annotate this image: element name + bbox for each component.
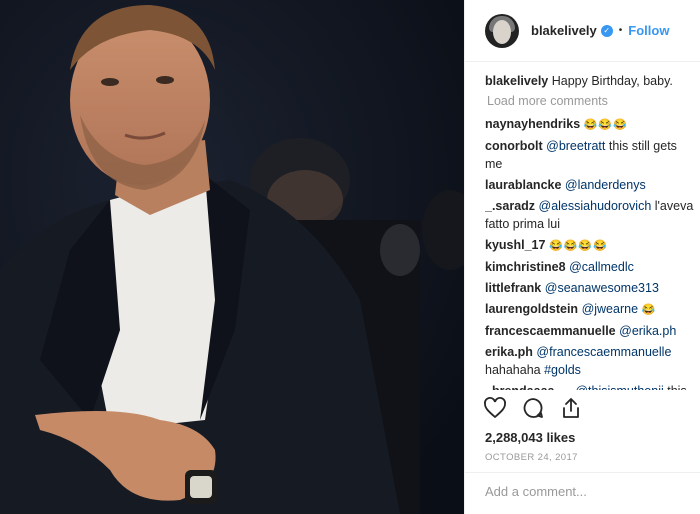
post-side-panel: blakelively ✓ • Follow blakelively Happy… — [464, 0, 700, 514]
comment-username[interactable]: francescaemmanuelle — [485, 324, 616, 338]
comment-emoji: 😂 — [641, 304, 657, 316]
comment-item: _brendaaaa.__ @thisismuthonii this coupl… — [485, 382, 700, 390]
caption: blakelively Happy Birthday, baby. — [485, 72, 700, 90]
comment-username[interactable]: littlefrank — [485, 281, 541, 295]
comment-item: _.saradz @alessiahudorovich l'aveva fatt… — [485, 197, 700, 233]
photo-illustration — [0, 0, 464, 514]
action-bar — [483, 396, 583, 420]
comment-mention[interactable]: @breetratt — [546, 139, 605, 153]
caption-text: Happy Birthday, baby. — [551, 74, 673, 88]
comment-username[interactable]: laurengoldstein — [485, 302, 578, 316]
comment-username[interactable]: kyushl_17 — [485, 238, 545, 252]
avatar[interactable] — [485, 13, 519, 48]
follow-button[interactable]: Follow — [628, 23, 669, 38]
comment-mention[interactable]: @landerdenys — [565, 178, 646, 192]
comment-icon[interactable] — [521, 396, 545, 420]
comment-mention[interactable]: @jwearne — [582, 302, 638, 316]
comment-hashtag[interactable]: #golds — [544, 363, 581, 377]
comment-username[interactable]: kimchristine8 — [485, 260, 566, 274]
comment-mention[interactable]: @seanawesome313 — [545, 281, 659, 295]
add-comment-input[interactable] — [485, 484, 685, 499]
comment-item: kyushl_17 😂😂😂😂 — [485, 236, 700, 255]
comment-username[interactable]: conorbolt — [485, 139, 543, 153]
comment-emoji: 😂😂😂😂 — [548, 240, 608, 252]
comment-item: laurablancke @landerdenys — [485, 176, 700, 194]
comment-mention[interactable]: @callmedlc — [569, 260, 634, 274]
comment-mention[interactable]: @francescaemmanuelle — [536, 345, 671, 359]
comment-item: kimchristine8 @callmedlc — [485, 258, 700, 276]
comment-text: hahahaha — [485, 363, 545, 377]
comment-mention[interactable]: @alessiahudorovich — [539, 199, 652, 213]
comment-username[interactable]: _brendaaaa.__ — [485, 384, 572, 390]
comment-username[interactable]: erika.ph — [485, 345, 533, 359]
comments-list: blakelively Happy Birthday, baby. Load m… — [485, 72, 700, 390]
comment-username[interactable]: _.saradz — [485, 199, 535, 213]
share-icon[interactable] — [559, 396, 583, 420]
heart-icon[interactable] — [483, 396, 507, 420]
comment-item: francescaemmanuelle @erika.ph — [485, 322, 700, 340]
comment-item: littlefrank @seanawesome313 — [485, 279, 700, 297]
caption-username[interactable]: blakelively — [485, 74, 548, 88]
comment-emoji: 😂😂😂 — [583, 119, 628, 131]
comment-item: laurengoldstein @jwearne 😂 — [485, 300, 700, 319]
comment-mention[interactable]: @erika.ph — [619, 324, 676, 338]
post-date: October 24, 2017 — [485, 452, 578, 463]
comment-username[interactable]: naynayhendriks — [485, 117, 580, 131]
post-photo[interactable] — [0, 0, 464, 514]
comment-username[interactable]: laurablancke — [485, 178, 561, 192]
comment-mention[interactable]: @thisismuthonii — [575, 384, 663, 390]
comment-item: naynayhendriks 😂😂😂 — [485, 115, 700, 134]
load-more-comments-button[interactable]: Load more comments — [487, 94, 700, 108]
divider — [465, 472, 700, 473]
comment-item: erika.ph @francescaemmanuelle hahahaha #… — [485, 343, 700, 379]
username-link[interactable]: blakelively — [531, 23, 597, 38]
likes-count[interactable]: 2,288,043 likes — [485, 430, 575, 445]
separator-dot: • — [618, 25, 623, 36]
comment-item: conorbolt @breetratt this still gets me — [485, 137, 700, 173]
verified-badge-icon: ✓ — [600, 24, 613, 37]
post-header: blakelively ✓ • Follow — [465, 0, 700, 62]
